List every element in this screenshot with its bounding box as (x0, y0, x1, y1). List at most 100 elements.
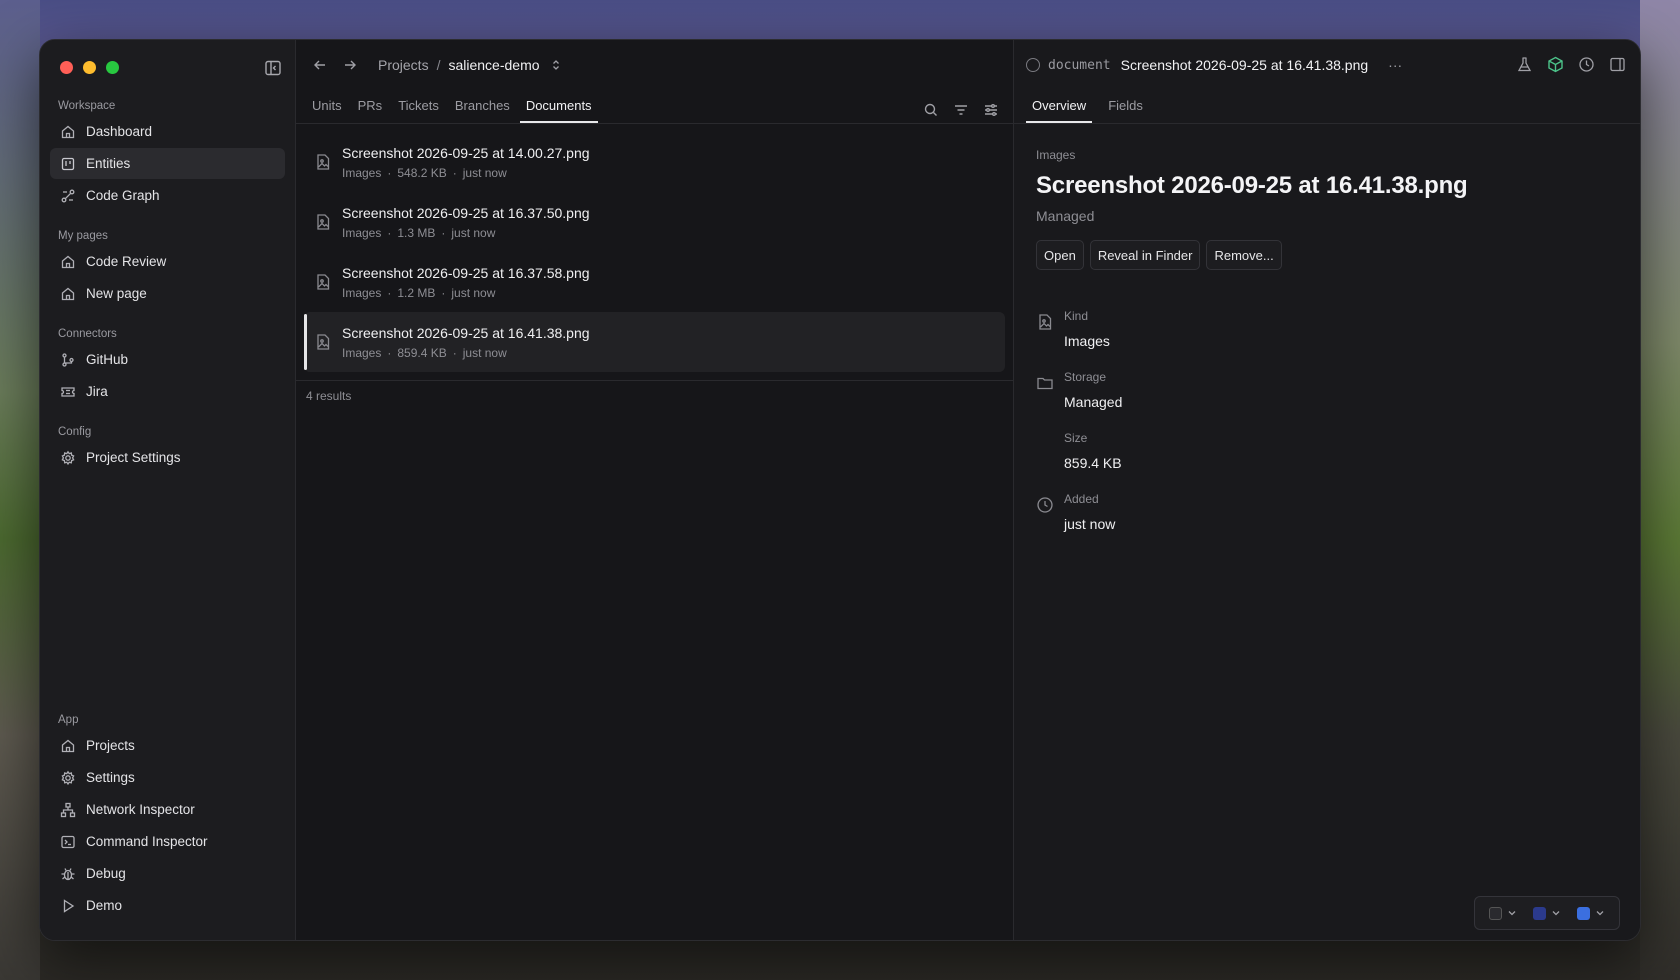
editor-picker[interactable] (1489, 906, 1517, 920)
sidebar-top-group: Workspace Dashboard Entities Code Graph … (50, 96, 285, 474)
tab-units[interactable]: Units (312, 98, 342, 123)
document-row[interactable]: Screenshot 2026-09-25 at 14.00.27.png Im… (304, 132, 1005, 192)
home-icon (61, 255, 75, 268)
app-switcher (1474, 896, 1620, 930)
breadcrumb-current-project[interactable]: salience-demo (448, 57, 539, 73)
flask-icon[interactable] (1516, 56, 1533, 73)
document-row-selected[interactable]: Screenshot 2026-09-25 at 16.41.38.png Im… (304, 312, 1005, 372)
reveal-in-finder-button[interactable]: Reveal in Finder (1089, 240, 1201, 270)
detail-body: Images Screenshot 2026-09-25 at 16.41.38… (1014, 124, 1640, 532)
panel-toggle-icon[interactable] (1609, 56, 1626, 73)
document-name: Screenshot 2026-09-25 at 16.41.38.png (342, 324, 590, 341)
sidebar-item-dashboard[interactable]: Dashboard (50, 116, 285, 147)
sidebar-item-network-inspector[interactable]: Network Inspector (50, 794, 285, 825)
document-meta: Images · 548.2 KB · just now (342, 165, 507, 180)
document-row[interactable]: Screenshot 2026-09-25 at 16.37.50.png Im… (304, 192, 1005, 252)
finder-app-icon (1577, 906, 1590, 920)
sidebar-item-settings[interactable]: Settings (50, 762, 285, 793)
minimize-window-button[interactable] (83, 61, 96, 74)
image-file-icon (317, 274, 330, 290)
sidebar-item-label: New page (86, 286, 147, 301)
filter-icon[interactable] (953, 102, 969, 118)
field-value: 859.4 KB (1064, 455, 1122, 471)
breadcrumb: Projects / salience-demo (378, 57, 562, 73)
forward-arrow-icon[interactable] (342, 57, 358, 73)
field-label: Size (1064, 431, 1088, 445)
sidebar-toggle-icon[interactable] (264, 59, 282, 77)
close-window-button[interactable] (60, 61, 73, 74)
view-settings-icon[interactable] (983, 102, 999, 118)
clock-icon (1037, 497, 1053, 513)
more-options-button[interactable]: ··· (1388, 57, 1402, 73)
sidebar-item-projects[interactable]: Projects (50, 730, 285, 761)
sidebar: Workspace Dashboard Entities Code Graph … (40, 40, 296, 940)
document-kind: Images (342, 345, 382, 360)
history-clock-icon[interactable] (1578, 56, 1595, 73)
sidebar-item-demo[interactable]: Demo (50, 890, 285, 921)
image-file-icon (317, 214, 330, 230)
page-title: Screenshot 2026-09-25 at 16.41.38.png (1036, 172, 1468, 199)
chevron-up-down-icon[interactable] (550, 59, 562, 71)
detail-category: Images (1036, 148, 1076, 162)
tab-branches[interactable]: Branches (455, 98, 510, 123)
sidebar-item-github[interactable]: GitHub (50, 344, 285, 375)
document-added: just now (462, 345, 507, 360)
document-row[interactable]: Screenshot 2026-09-25 at 16.37.58.png Im… (304, 252, 1005, 312)
image-file-icon (317, 154, 330, 170)
document-meta: Images · 1.2 MB · just now (342, 285, 496, 300)
sidebar-item-debug[interactable]: Debug (50, 858, 285, 889)
desktop-wallpaper-left (0, 0, 40, 980)
list-tools (923, 102, 999, 118)
sidebar-item-label: Command Inspector (86, 834, 208, 849)
sidebar-item-jira[interactable]: Jira (50, 376, 285, 407)
chevron-down-icon (1596, 911, 1604, 916)
tab-overview[interactable]: Overview (1026, 98, 1093, 123)
home-icon (61, 739, 75, 752)
tab-tickets[interactable]: Tickets (398, 98, 439, 123)
detail-header-name: Screenshot 2026-09-25 at 16.41.38.png (1120, 57, 1369, 73)
cube-icon[interactable] (1547, 56, 1564, 73)
detail-toolbar: document Screenshot 2026-09-25 at 16.41.… (1014, 40, 1640, 90)
gear-icon (61, 770, 75, 785)
sidebar-item-code-graph[interactable]: Code Graph (50, 180, 285, 211)
document-list-pane: Projects / salience-demo Units PRs Ticke… (296, 40, 1014, 940)
document-meta: Images · 859.4 KB · just now (342, 345, 507, 360)
sidebar-item-entities[interactable]: Entities (50, 148, 285, 179)
field-storage: Storage Managed (1036, 367, 1640, 410)
tab-fields[interactable]: Fields (1108, 98, 1143, 123)
section-label-connectors: Connectors (58, 328, 117, 340)
breadcrumb-projects[interactable]: Projects (378, 57, 429, 73)
sidebar-item-command-inspector[interactable]: Command Inspector (50, 826, 285, 857)
sidebar-item-new-page[interactable]: New page (50, 278, 285, 309)
zoom-window-button[interactable] (106, 61, 119, 74)
back-arrow-icon[interactable] (312, 57, 328, 73)
open-button[interactable]: Open (1036, 240, 1084, 270)
remove-button[interactable]: Remove... (1206, 240, 1282, 270)
sidebar-item-label: Jira (86, 384, 108, 399)
section-label-app: App (58, 714, 79, 726)
detail-actions: Open Reveal in Finder Remove... (1036, 240, 1640, 270)
sidebar-item-project-settings[interactable]: Project Settings (50, 442, 285, 473)
tab-prs[interactable]: PRs (358, 98, 383, 123)
chevron-down-icon (1508, 911, 1516, 916)
document-kind: Images (342, 285, 382, 300)
sidebar-item-label: Settings (86, 770, 135, 785)
search-icon[interactable] (923, 102, 939, 118)
status-circle-icon (1026, 58, 1040, 72)
tab-documents[interactable]: Documents (519, 98, 598, 123)
terminal-picker[interactable] (1533, 906, 1561, 920)
field-kind: Kind Images (1036, 306, 1640, 349)
window-controls (60, 61, 119, 74)
sidebar-app-group: App Projects Settings Network Inspector … (50, 710, 285, 922)
sidebar-item-label: Debug (86, 866, 126, 881)
entity-tabs: Units PRs Tickets Branches Documents (296, 90, 1013, 124)
finder-picker[interactable] (1577, 906, 1605, 920)
document-detail-pane: document Screenshot 2026-09-25 at 16.41.… (1014, 40, 1640, 940)
ticket-icon (61, 386, 75, 397)
document-added: just now (451, 285, 496, 300)
field-size: Size 859.4 KB (1036, 428, 1640, 471)
document-size: 859.4 KB (397, 345, 447, 360)
sidebar-item-code-review[interactable]: Code Review (50, 246, 285, 277)
sidebar-item-label: Projects (86, 738, 135, 753)
section-label-workspace: Workspace (58, 100, 116, 112)
